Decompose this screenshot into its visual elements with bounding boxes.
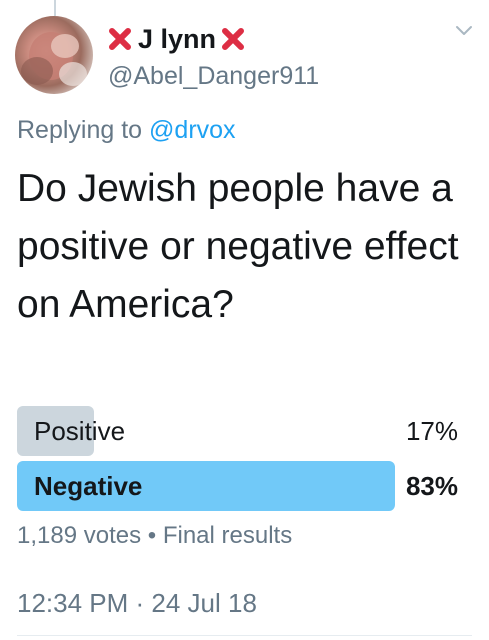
author-handle[interactable]: @Abel_Danger911: [108, 62, 319, 91]
replying-to-line: Replying to @drvox: [17, 116, 236, 145]
poll: Positive 17% Negative 83%: [17, 406, 458, 516]
cross-mark-icon: [221, 27, 245, 51]
poll-option-label: Positive: [34, 416, 126, 446]
poll-option-positive: Positive 17%: [17, 406, 458, 456]
author-name-row[interactable]: J lynn: [108, 22, 245, 56]
poll-meta: 1,189 votes • Final results: [17, 522, 292, 550]
poll-option-percent: 17%: [405, 416, 458, 446]
poll-option-percent: 83%: [405, 471, 458, 501]
thread-connector-line: [54, 0, 56, 16]
poll-option-label: Negative: [34, 471, 143, 501]
poll-option-negative: Negative 83%: [17, 461, 458, 511]
tweet-text: Do Jewish people have a positive or nega…: [17, 167, 459, 326]
cross-mark-icon: [108, 27, 132, 51]
replying-to-label: Replying to: [17, 116, 143, 144]
poll-meta-separator: •: [147, 522, 157, 549]
poll-status: Final results: [162, 522, 293, 549]
poll-vote-count: 1,189 votes: [17, 522, 142, 549]
divider: [17, 635, 472, 636]
reply-mention-link[interactable]: @drvox: [149, 116, 236, 144]
author-display-name: J lynn: [138, 23, 217, 54]
chevron-down-icon[interactable]: [455, 24, 473, 38]
avatar[interactable]: [15, 16, 93, 94]
tweet-timestamp[interactable]: 12:34 PM · 24 Jul 18: [17, 588, 257, 619]
